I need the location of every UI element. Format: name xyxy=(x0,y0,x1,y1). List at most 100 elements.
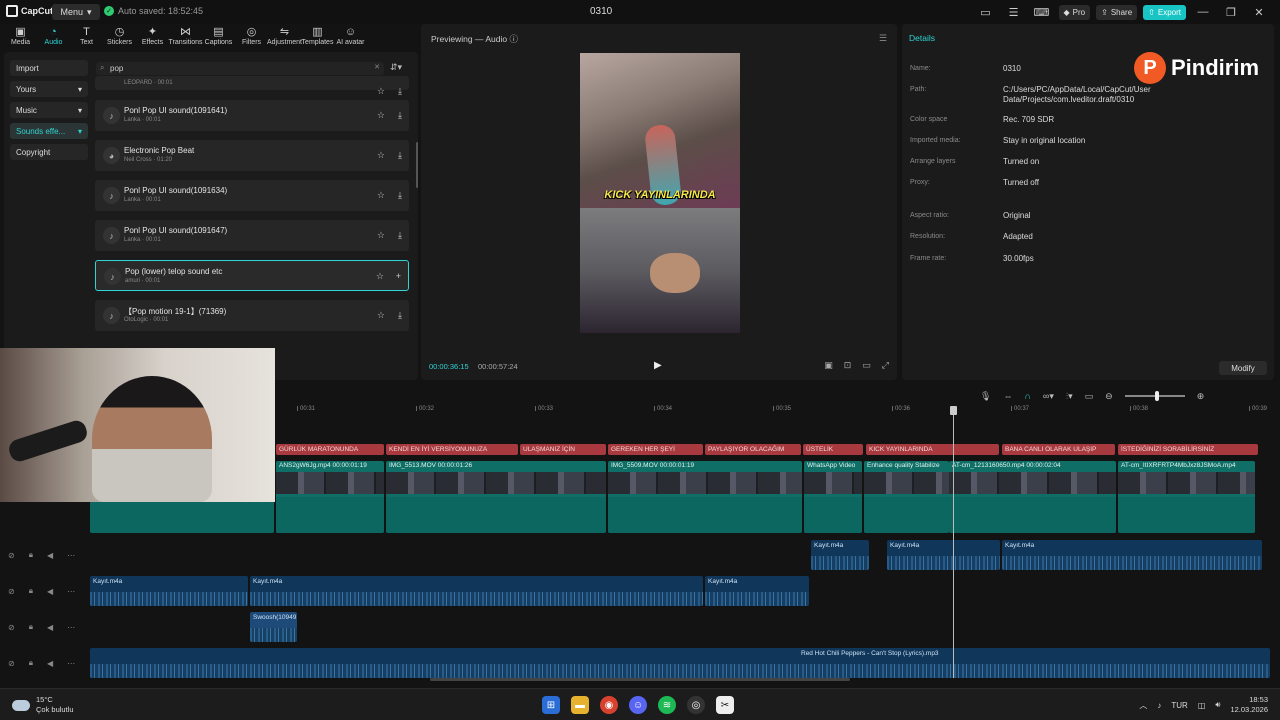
restore-icon[interactable]: ❐ xyxy=(1220,6,1242,19)
play-button[interactable]: ▶ xyxy=(654,360,662,371)
sound-item[interactable]: ♪ 【Pop motion 19-1】(71369) OtoLogic · 00:0… xyxy=(95,300,409,331)
fullscreen-icon[interactable]: ⤢ xyxy=(882,360,889,371)
audio-clip[interactable]: Kayıt.m4a xyxy=(887,540,1000,570)
volume-icon[interactable]: 🔊︎ xyxy=(1215,700,1220,710)
clock[interactable]: 18:53 12.03.2026 xyxy=(1230,695,1268,715)
star-icon[interactable]: ☆ xyxy=(377,150,385,161)
minimize-icon[interactable]: — xyxy=(1192,6,1214,18)
tab-ai-avatar[interactable]: ☺ AI avatar xyxy=(334,26,367,50)
fit-icon[interactable]: ▣ xyxy=(824,360,833,371)
more-icon[interactable]: ⋯ xyxy=(67,659,75,668)
obs-icon[interactable]: ◎ xyxy=(687,696,705,714)
more-icon[interactable]: ⋯ xyxy=(67,551,75,560)
timeline-scrollbar[interactable] xyxy=(430,678,850,681)
zoom-out-icon[interactable]: ⊖ xyxy=(1105,391,1113,402)
speaker-icon[interactable]: ◀ xyxy=(47,659,53,668)
tab-filters[interactable]: ◎ Filters xyxy=(235,26,268,50)
close-icon[interactable]: ✕ xyxy=(1248,6,1270,19)
tab-stickers[interactable]: ◷ Stickers xyxy=(103,26,136,50)
start-icon[interactable]: ⊞ xyxy=(542,696,560,714)
text-clip[interactable]: GÜRLÜK MARATONUNDA xyxy=(276,444,384,455)
audio-clip[interactable]: Kayıt.m4a xyxy=(1002,540,1262,570)
more-icon[interactable]: ⋯ xyxy=(67,587,75,596)
pro-button[interactable]: ◆ Pro xyxy=(1058,4,1091,20)
text-clip[interactable]: GEREKEN HER ŞEYİ xyxy=(608,444,703,455)
sound-item[interactable]: ◕ Electronic Pop Beat Neil Cross · 01:20 ☆ ⤓ xyxy=(95,140,409,171)
network-icon[interactable]: ◫ xyxy=(1198,701,1206,710)
video-clip[interactable]: IMG_5509.MOV 00:00:01:19 xyxy=(608,461,802,533)
menu-icon[interactable]: ☰ xyxy=(879,33,887,44)
lock-icon[interactable]: 🔒︎ xyxy=(29,658,33,668)
text-clip[interactable]: BANA CANLI OLARAK ULAŞIP xyxy=(1002,444,1115,455)
audio-clip[interactable]: Kayıt.m4a xyxy=(705,576,809,606)
download-icon[interactable]: ⤓ xyxy=(398,150,402,161)
lock-icon[interactable]: 🔒︎ xyxy=(29,586,33,596)
sound-item[interactable]: LEOPARD · 00:01 ☆ ⤓ xyxy=(95,76,409,96)
text-clip[interactable]: ÜSTELİK xyxy=(803,444,863,455)
category-sounds-effe[interactable]: Sounds effe... ▾ xyxy=(10,123,88,139)
text-clip[interactable]: KICK YAYINLARINDA xyxy=(866,444,999,455)
scrollbar[interactable] xyxy=(416,142,418,188)
video-clip[interactable]: IMG_5513.MOV 00:00:01:26 xyxy=(386,461,606,533)
star-icon[interactable]: ☆ xyxy=(377,110,385,121)
star-icon[interactable]: ☆ xyxy=(377,230,385,241)
zoom-slider[interactable] xyxy=(1124,391,1185,401)
text-clip[interactable]: ULAŞMANIZ İÇİN xyxy=(520,444,606,455)
speaker-icon[interactable]: ◀ xyxy=(47,587,53,596)
category-import[interactable]: Import xyxy=(10,60,88,76)
sound-item[interactable]: ♪ Ponl Pop UI sound(1091647) Lanka · 00:01… xyxy=(95,220,409,251)
search-input[interactable]: ⌕ pop ✕ xyxy=(96,62,384,75)
ratio-icon[interactable]: ▭ xyxy=(862,360,871,371)
list-icon[interactable]: ☰ xyxy=(1003,6,1025,19)
visibility-icon[interactable]: ⊘ xyxy=(8,659,15,668)
tab-effects[interactable]: ✦ Effects xyxy=(136,26,169,50)
mic-tray-icon[interactable]: ♪ xyxy=(1157,701,1161,710)
sound-item[interactable]: ♪ Ponl Pop UI sound(1091634) Lanka · 00:01… xyxy=(95,180,409,211)
tray-chevron-icon[interactable]: ︿ xyxy=(1139,700,1147,711)
spotify-icon[interactable]: ≋ xyxy=(658,696,676,714)
category-yours[interactable]: Yours ▾ xyxy=(10,81,88,97)
chain-icon[interactable]: ∞▾ xyxy=(1043,391,1054,402)
modify-button[interactable]: Modify xyxy=(1219,361,1267,375)
audio-clip[interactable]: Red Hot Chili Peppers - Can't Stop (Lyri… xyxy=(90,648,1270,678)
playhead-handle[interactable] xyxy=(950,406,957,415)
text-clip[interactable]: KENDİ EN İYİ VERSİYONUNUZA xyxy=(386,444,518,455)
speaker-icon[interactable]: ◀ xyxy=(47,623,53,632)
star-icon[interactable]: ☆ xyxy=(377,190,385,201)
lock-icon[interactable]: 🔒︎ xyxy=(29,622,33,632)
download-icon[interactable]: ⤓ xyxy=(398,310,402,321)
menu-button[interactable]: Menu ▾ xyxy=(52,4,100,20)
download-icon[interactable]: ⤓ xyxy=(398,110,402,121)
zoom-in-icon[interactable]: ⊕ xyxy=(1197,391,1205,402)
filter-icon[interactable]: ⇵▾ xyxy=(390,62,402,73)
audio-clip[interactable]: Kayıt.m4a xyxy=(90,576,248,606)
export-button[interactable]: ⇧ Export xyxy=(1143,4,1186,20)
video-clip[interactable]: Enhance quality Stabilize xyxy=(864,461,949,533)
download-icon[interactable]: ⤓ xyxy=(398,86,402,97)
tab-media[interactable]: ▣ Media xyxy=(4,26,37,50)
visibility-icon[interactable]: ⊘ xyxy=(8,587,15,596)
category-music[interactable]: Music ▾ xyxy=(10,102,88,118)
star-icon[interactable]: ☆ xyxy=(377,310,385,321)
sound-item[interactable]: ♪ Pop (lower) telop sound etc amuri · 00:0… xyxy=(95,260,409,291)
link-icon[interactable]: ⇔ xyxy=(1003,391,1012,401)
sound-item[interactable]: ♪ Ponl Pop UI sound(1091641) Lanka · 00:01… xyxy=(95,100,409,131)
star-icon[interactable]: ☆ xyxy=(376,271,384,282)
preview-axis-icon[interactable]: ▭ xyxy=(1085,391,1094,402)
crop-icon[interactable]: ⊡ xyxy=(844,360,852,371)
microphone-icon[interactable]: 🎙︎ xyxy=(980,391,991,402)
download-icon[interactable]: ⤓ xyxy=(398,230,402,241)
visibility-icon[interactable]: ⊘ xyxy=(8,551,15,560)
video-clip[interactable]: ANS2gW6Jg.mp4 00:00:01:19 xyxy=(276,461,384,533)
file-explorer-icon[interactable]: ▬ xyxy=(571,696,589,714)
video-clip[interactable]: AT-cm_ItIXRFRTP4MbJxz8JSMoA.mp4 xyxy=(1118,461,1255,533)
discord-icon[interactable]: ☺ xyxy=(629,696,647,714)
tab-captions[interactable]: ▤ Captions xyxy=(202,26,235,50)
tab-templates[interactable]: ▥ Templates xyxy=(301,26,334,50)
star-icon[interactable]: ☆ xyxy=(377,86,385,97)
tab-audio[interactable]: ◔ Audio xyxy=(37,26,70,50)
tab-adjustment[interactable]: ⇋ Adjustment xyxy=(267,26,302,50)
lock-icon[interactable]: 🔒︎ xyxy=(29,550,33,560)
split-icon[interactable]: ⫶▾ xyxy=(1066,391,1073,402)
download-icon[interactable]: ⤓ xyxy=(398,190,402,201)
